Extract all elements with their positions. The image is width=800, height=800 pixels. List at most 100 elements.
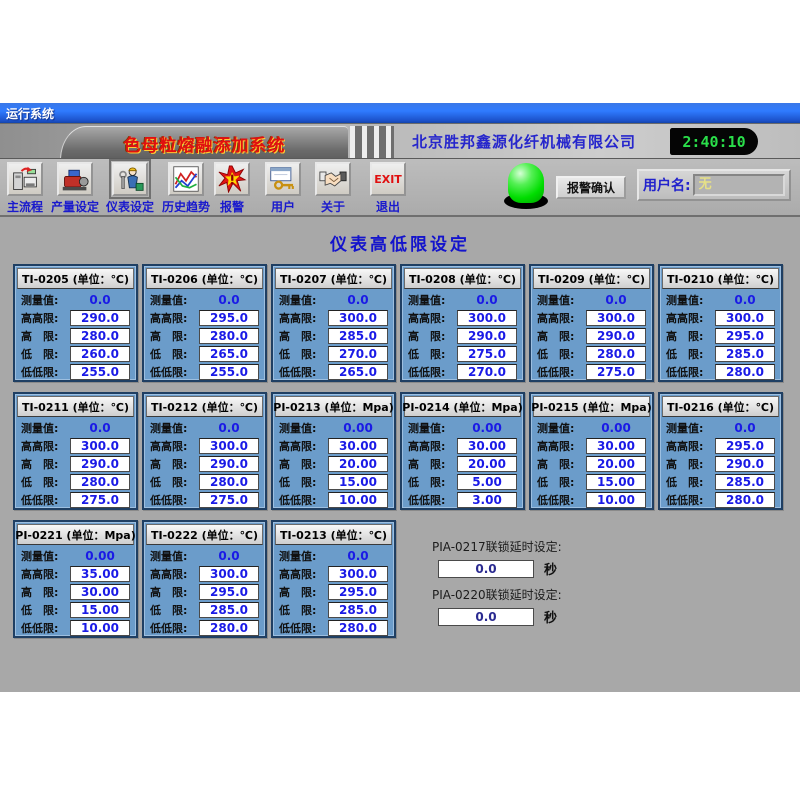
low-low-limit-input[interactable] [586, 364, 646, 380]
low-limit-input[interactable] [328, 346, 388, 362]
low-limit-input[interactable] [70, 346, 130, 362]
high-limit-input[interactable] [715, 328, 775, 344]
low-limit-input[interactable] [715, 474, 775, 490]
high-high-limit-row: 高高限: [150, 438, 259, 454]
measured-value: 0.0 [70, 293, 130, 307]
measured-label: 测量值: [150, 548, 187, 564]
high-high-limit-input[interactable] [328, 566, 388, 582]
low-limit-input[interactable] [457, 474, 517, 490]
panel-title: TI-0208 (单位：℃) [404, 268, 521, 289]
low-limit-row: 低 限: [408, 474, 517, 490]
measured-value: 0.0 [586, 293, 646, 307]
low-low-limit-input[interactable] [199, 620, 259, 636]
toolbar-button-user[interactable]: 用户 [255, 162, 311, 215]
low-limit-input[interactable] [586, 346, 646, 362]
toolbar-button-about[interactable]: 关于 [305, 162, 361, 215]
high-high-limit-label: 高高限: [279, 438, 316, 454]
low-low-limit-input[interactable] [199, 364, 259, 380]
low-limit-input[interactable] [199, 602, 259, 618]
high-high-limit-row: 高高限: [408, 310, 517, 326]
low-limit-input[interactable] [457, 346, 517, 362]
high-high-limit-row: 高高限: [279, 438, 388, 454]
low-low-limit-input[interactable] [715, 364, 775, 380]
high-limit-input[interactable] [586, 456, 646, 472]
interlock-delay-input[interactable] [438, 560, 534, 578]
high-high-limit-input[interactable] [457, 438, 517, 454]
high-limit-label: 高 限: [408, 328, 445, 344]
alarm-ack-button[interactable]: 报警确认 [556, 176, 626, 199]
high-high-limit-input[interactable] [70, 310, 130, 326]
high-limit-input[interactable] [328, 456, 388, 472]
high-high-limit-input[interactable] [199, 566, 259, 582]
measured-row: 测量值: 0.0 [150, 292, 259, 308]
high-limit-label: 高 限: [150, 456, 187, 472]
high-limit-input[interactable] [199, 328, 259, 344]
alarm-burst-icon [214, 162, 250, 196]
high-limit-input[interactable] [457, 456, 517, 472]
low-low-limit-input[interactable] [199, 492, 259, 508]
measured-value: 0.00 [586, 421, 646, 435]
high-high-limit-input[interactable] [328, 310, 388, 326]
low-low-limit-input[interactable] [715, 492, 775, 508]
interlock-delay-row: 秒 [438, 607, 562, 626]
high-high-limit-input[interactable] [586, 438, 646, 454]
low-low-limit-input[interactable] [586, 492, 646, 508]
high-limit-input[interactable] [70, 456, 130, 472]
low-limit-label: 低 限: [21, 602, 58, 618]
low-limit-row: 低 限: [666, 346, 775, 362]
high-limit-input[interactable] [199, 584, 259, 600]
high-limit-input[interactable] [715, 456, 775, 472]
low-low-limit-input[interactable] [328, 364, 388, 380]
high-limit-input[interactable] [328, 584, 388, 600]
low-limit-input[interactable] [328, 602, 388, 618]
low-limit-input[interactable] [715, 346, 775, 362]
toolbar-button-production-settings[interactable]: 产量设定 [47, 162, 103, 215]
low-limit-input[interactable] [70, 474, 130, 490]
panel-row-1: TI-0205 (单位：℃) 测量值: 0.0 高高限: 高 限: 低 限: 低… [13, 264, 783, 382]
high-high-limit-input[interactable] [457, 310, 517, 326]
low-limit-label: 低 限: [537, 346, 574, 362]
low-low-limit-row: 低低限: [21, 620, 130, 636]
toolbar-button-exit[interactable]: EXIT 退出 [360, 162, 416, 215]
high-limit-input[interactable] [457, 328, 517, 344]
high-limit-input[interactable] [70, 584, 130, 600]
high-limit-row: 高 限: [150, 456, 259, 472]
trend-chart-icon [168, 162, 204, 196]
clock-display: 2:40:10 [670, 128, 758, 155]
instrument-panel: TI-0216 (单位：℃) 测量值: 0.0 高高限: 高 限: 低 限: 低… [658, 392, 783, 510]
low-low-limit-input[interactable] [328, 492, 388, 508]
high-high-limit-input[interactable] [715, 310, 775, 326]
high-limit-input[interactable] [199, 456, 259, 472]
low-limit-input[interactable] [199, 474, 259, 490]
low-limit-input[interactable] [199, 346, 259, 362]
low-low-limit-input[interactable] [457, 364, 517, 380]
low-low-limit-input[interactable] [70, 620, 130, 636]
toolbar-button-alarm[interactable]: 报警 [204, 162, 260, 215]
high-high-limit-input[interactable] [70, 566, 130, 582]
username-field[interactable]: 无 [693, 174, 785, 196]
toolbar-button-main-process[interactable]: 主流程 [0, 162, 53, 215]
high-high-limit-input[interactable] [199, 310, 259, 326]
interlock-delay-input[interactable] [438, 608, 534, 626]
high-high-limit-input[interactable] [586, 310, 646, 326]
measured-row: 测量值: 0.0 [279, 548, 388, 564]
high-high-limit-input[interactable] [70, 438, 130, 454]
high-high-limit-input[interactable] [715, 438, 775, 454]
low-limit-input[interactable] [328, 474, 388, 490]
low-low-limit-input[interactable] [457, 492, 517, 508]
low-low-limit-label: 低低限: [279, 620, 316, 636]
panel-row-2: TI-0211 (单位：℃) 测量值: 0.0 高高限: 高 限: 低 限: 低… [13, 392, 783, 510]
low-low-limit-input[interactable] [70, 364, 130, 380]
high-limit-input[interactable] [328, 328, 388, 344]
high-limit-input[interactable] [586, 328, 646, 344]
low-limit-input[interactable] [586, 474, 646, 490]
low-limit-input[interactable] [70, 602, 130, 618]
high-limit-input[interactable] [70, 328, 130, 344]
toolbar-button-instrument-settings[interactable]: 仪表设定 [102, 162, 158, 215]
low-low-limit-input[interactable] [70, 492, 130, 508]
high-high-limit-input[interactable] [199, 438, 259, 454]
measured-row: 测量值: 0.0 [666, 420, 775, 436]
high-high-limit-input[interactable] [328, 438, 388, 454]
high-limit-row: 高 限: [279, 328, 388, 344]
low-low-limit-input[interactable] [328, 620, 388, 636]
